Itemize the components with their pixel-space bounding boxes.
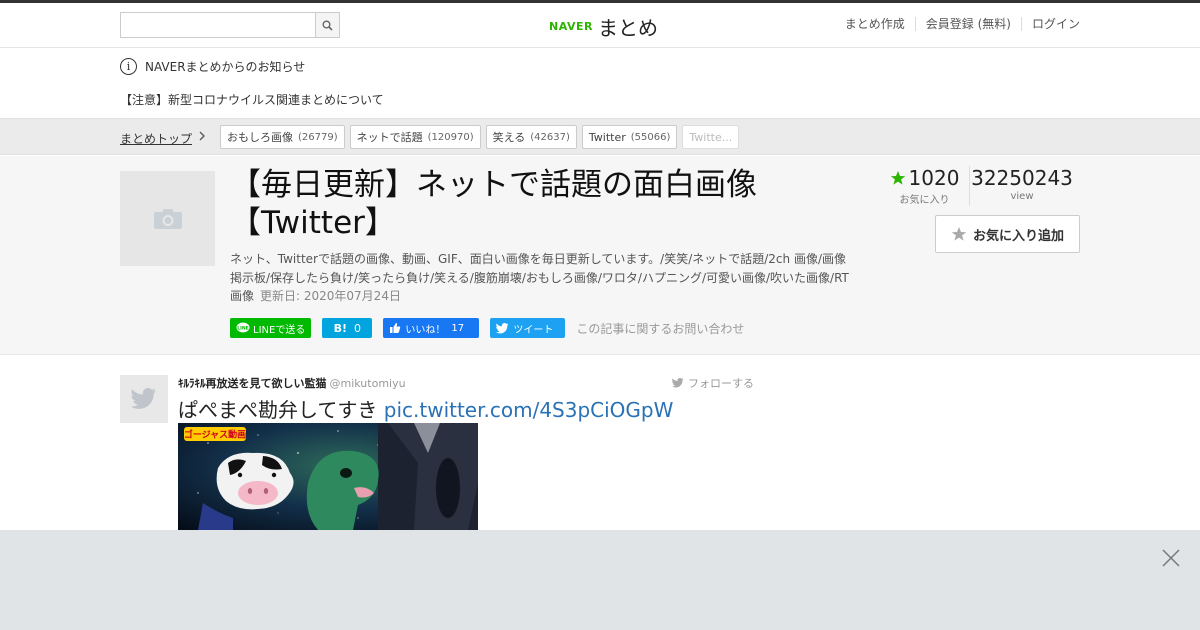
tweet-button[interactable]: ツイート [490,318,566,338]
tweet-image[interactable]: ゴージャス動画 [178,423,478,530]
hatena-bookmark-button[interactable]: B! 0 [322,318,373,338]
facebook-like-label: いいね！ [405,324,446,336]
category-tags: おもしろ画像 (26779) ネットで話題 (120970) 笑える (42637) … [220,125,744,149]
camera-icon [153,208,182,229]
ad-overlay [0,530,1200,630]
tag-count: (120970) [427,131,474,143]
tag-count: (55066) [630,131,671,143]
tag-label: ネットで話題 [356,131,423,144]
nav-create-matome[interactable]: まとめ作成 [835,17,915,31]
article-stats: 1020 お気に入り 32250243 view [880,166,1074,206]
search-box [120,12,340,38]
svg-text:LINE: LINE [237,325,248,331]
tag-net-wadai[interactable]: ネットで話題 (120970) [349,125,481,149]
twitter-bird-icon [131,388,156,409]
share-buttons: LINE LINEで送る B! 0 いいね！ 17 ツイート この記事に関するお… [230,318,744,338]
twitter-bird-icon [496,322,509,333]
updated-date: 更新日: 2020年07月24日 [260,289,401,303]
tweet-body: ぱぺまぺ勘弁してすき [178,398,378,422]
tag-omoshiro-gazou[interactable]: おもしろ画像 (26779) [220,125,345,149]
search-icon [322,20,333,31]
hatena-count: 0 [354,321,362,335]
tweet-photo: ゴージャス動画 [178,423,478,530]
tag-label: おもしろ画像 [227,131,293,144]
nav-login[interactable]: ログイン [1020,17,1080,31]
info-icon: i [120,58,137,75]
view-count: 32250243 view [970,166,1074,206]
twitter-bird-icon [672,378,684,388]
view-number: 32250243 [971,166,1073,190]
chevron-right-icon [198,130,206,145]
article-header: 【毎日更新】ネットで話題の面白画像【Twitter】 ネット、Twitterで話… [0,156,1200,355]
article-description: ネット、Twitterで話題の画像、動画、GIF、面白い画像を毎日更新しています… [230,250,850,306]
article-title: 【毎日更新】ネットで話題の面白画像【Twitter】 [230,167,757,241]
tweet-author-handle: @mikutomiyu [329,376,406,390]
hatena-b: B! [333,321,348,335]
logo-matome: まとめ [597,15,658,40]
follow-button[interactable]: フォローする [672,375,754,391]
tweet-image-caption: ゴージャス動画 [184,429,246,441]
star-outline-icon [951,227,967,241]
line-icon: LINE [236,322,250,333]
favorite-label: お気に入り [899,195,950,206]
favorite-number: 1020 [908,166,960,190]
tag-label: Twitter [588,130,626,144]
star-icon [890,171,905,185]
logo-naver: NAVER [549,19,593,33]
inquiry-link[interactable]: この記事に関するお問い合わせ [576,320,744,337]
avatar[interactable] [120,375,168,423]
breadcrumb-top[interactable]: まとめトップ [120,130,192,147]
article-thumbnail [120,171,215,266]
view-label: view [1010,191,1034,202]
tag-count: (42637) [530,131,570,143]
notice-text: NAVERまとめからのお知らせ [145,60,306,74]
site-header: NAVER まとめ まとめ作成 会員登録 (無料) ログイン [0,3,1200,48]
tweet-button-label: ツイート [513,324,554,336]
favorite-count: 1020 お気に入り [880,166,970,206]
naver-matome-logo[interactable]: NAVER まとめ [549,12,658,40]
covid-alert-link[interactable]: 【注意】新型コロナウイルス関連まとめについて [120,91,384,108]
tag-count: (26779) [298,131,338,143]
header-nav: まとめ作成 会員登録 (無料) ログイン [835,17,1080,31]
add-favorite-button[interactable]: お気に入り追加 [935,215,1080,253]
category-bar: まとめトップ おもしろ画像 (26779) ネットで話題 (120970) 笑える (… [0,118,1200,155]
tweet-author-name: ｷﾙﾗｷﾙ再放送を見て欲しい監猫 [178,377,327,390]
thumbs-up-icon [390,323,401,333]
tweet-pic-link[interactable]: pic.twitter.com/4S3pCiOGpW [384,398,674,422]
add-favorite-label: お気に入り追加 [972,228,1064,244]
tag-waraeru[interactable]: 笑える (42637) [485,125,577,149]
line-share-button[interactable]: LINE LINEで送る [230,318,312,338]
search-input[interactable] [121,13,315,37]
nav-register[interactable]: 会員登録 (無料) [914,17,1021,31]
facebook-like-button[interactable]: いいね！ 17 [383,318,480,338]
follow-label: フォローする [688,377,754,390]
facebook-like-count: 17 [451,322,465,334]
notice-link[interactable]: i NAVERまとめからのお知らせ [120,58,305,75]
line-share-label: LINEで送る [253,324,306,336]
tweet-text: ぱぺまぺ勘弁してすき pic.twitter.com/4S3pCiOGpW [178,394,673,423]
tag-twitter[interactable]: Twitter (55066) [581,125,678,149]
tag-twitter-more[interactable]: Twitte... [682,125,740,149]
search-button[interactable] [315,13,339,37]
tag-label: 笑える [492,131,526,144]
tag-label: Twitte... [689,130,733,144]
tweet-author[interactable]: ｷﾙﾗｷﾙ再放送を見て欲しい監猫 @mikutomiyu [178,375,406,391]
close-icon[interactable] [1161,548,1181,568]
